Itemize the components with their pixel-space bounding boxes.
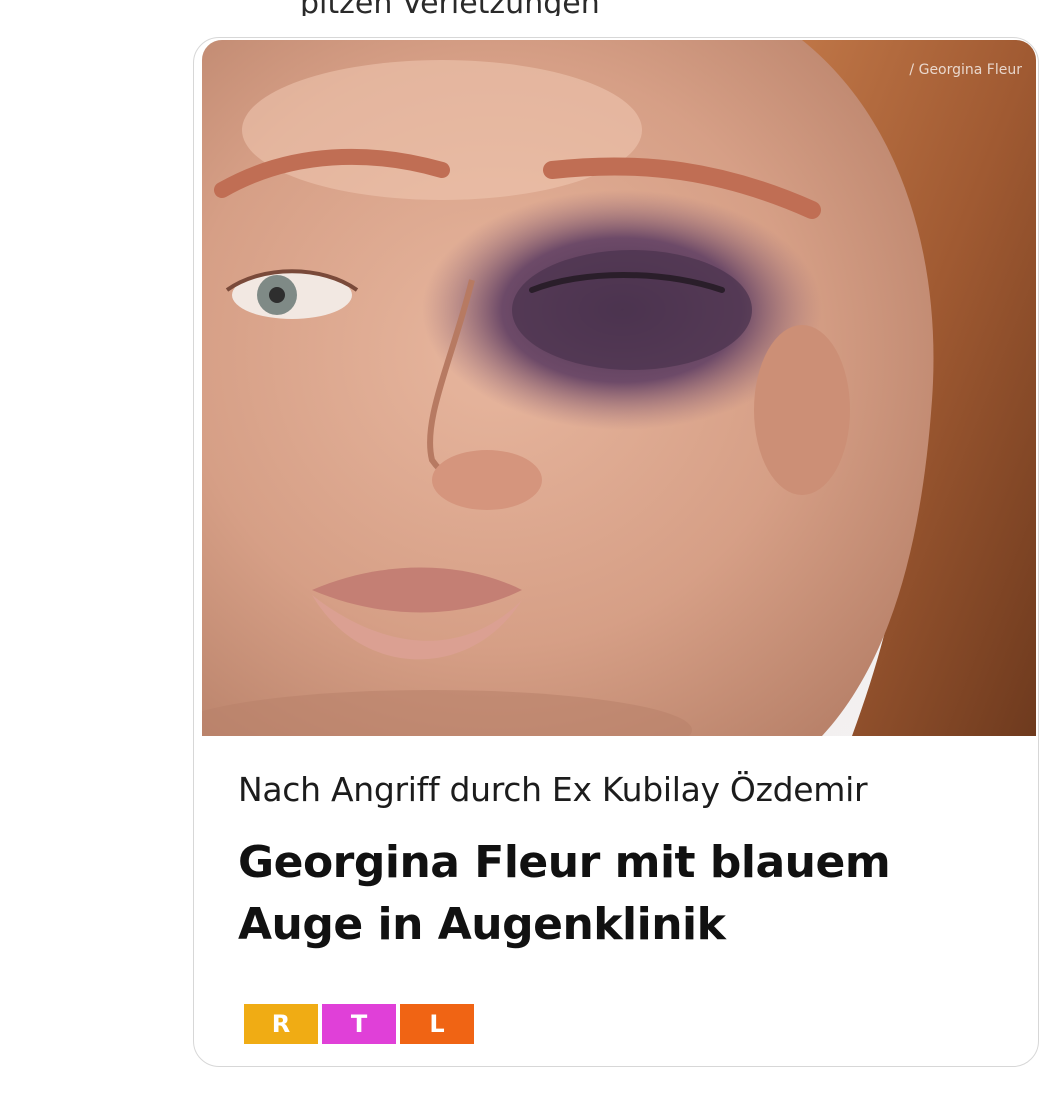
rtl-logo-r: R [244,1004,318,1044]
cut-off-tweet-text: pitzen Verletzungen [300,0,760,16]
rtl-logo-t: T [322,1004,396,1044]
article-kicker: Nach Angriff durch Ex Kubilay Özdemir [238,770,868,809]
article-image[interactable]: / Georgina Fleur [202,40,1036,736]
article-headline[interactable]: Georgina Fleur mit blauem Auge in Augenk… [238,832,998,956]
image-credit: / Georgina Fleur [909,62,1022,78]
rtl-logo-l: L [400,1004,474,1044]
portrait-photo [202,40,1036,736]
link-preview-card[interactable]: / Georgina Fleur Nach Angriff durch Ex K… [193,37,1039,1067]
rtl-logo: R T L [244,1004,474,1044]
